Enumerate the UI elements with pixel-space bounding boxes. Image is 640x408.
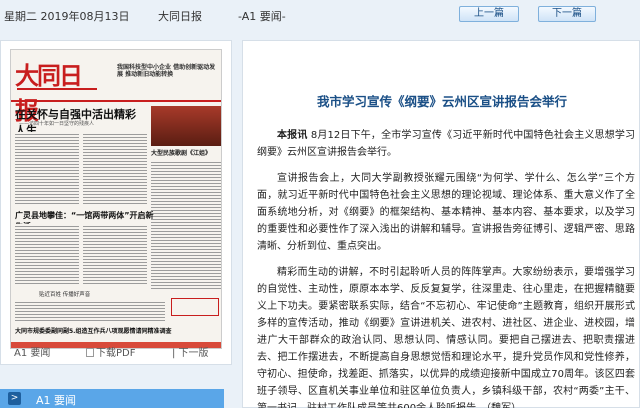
page-preview-panel: 大同日报 我国科技型中小企业 借助创新驱动发展 推动新旧动能转换 在关怀与自强中…	[0, 40, 232, 365]
download-pdf-link[interactable]: 下载PDF	[86, 344, 135, 359]
thumbnail-text-column	[15, 300, 165, 322]
next-page-link[interactable]: | 下一版	[172, 344, 209, 359]
thumbnail-text-column	[83, 224, 147, 284]
previous-article-button[interactable]: 上一篇	[459, 6, 519, 22]
issue-date: 星期二 2019年08月13日	[4, 10, 130, 23]
download-pdf-label: 下载PDF	[96, 348, 136, 359]
newspaper-name: 大同日报	[158, 10, 202, 23]
article-paragraph: 宣讲报告会上，大同大学副教授张耀元围绕“为何学、学什么、怎么学”三个方面，就习近…	[257, 173, 635, 252]
pdf-icon	[86, 348, 94, 357]
next-article-button[interactable]: 下一篇	[538, 6, 596, 22]
article-paragraph: 精彩而生动的讲解，不时引起聆听人员的阵阵掌声。大家纷纷表示，要增强学习的自觉性、…	[257, 267, 635, 408]
article-panel: 我市学习宣传《纲要》云州区宣讲报告会举行 本报讯 8月12日下午，全市学习宣传《…	[242, 40, 640, 408]
masthead-underline	[17, 88, 97, 96]
thumbnail-text-column	[83, 132, 147, 204]
article-body: 本报讯 8月12日下午，全市学习宣传《习近平新时代中国特色社会主义思想学习纲要》…	[257, 127, 635, 408]
article-paragraph-text: 8月12日下午，全市学习宣传《习近平新时代中国特色社会主义思想学习纲要》云州区宣…	[257, 130, 636, 158]
thumbnail-headline-right: 我国科技型中小企业 借助创新驱动发展 推动新旧动能转换	[117, 64, 216, 78]
article-paragraph: 本报讯 8月12日下午，全市学习宣传《习近平新时代中国特色社会主义思想学习纲要》…	[257, 127, 635, 161]
thumbnail-divider	[11, 100, 221, 102]
thumbnail-photo-caption: 大型民族歌剧《江姐》	[151, 150, 212, 157]
thumbnail-headline-4: 大同市规委委副同副5.组造互作兵八项观愿情请同精准调查	[15, 328, 172, 335]
chevron-right-icon: >	[8, 392, 21, 405]
article-lead-label: 本报讯	[277, 130, 308, 141]
thumbnail-headline-main-sub: ——访四十年如一日坚守的残疾人	[19, 121, 95, 127]
thumbnail-text-column	[151, 160, 221, 290]
thumbnail-photo	[151, 106, 221, 146]
page-list-item-label: A1 要闻	[36, 394, 77, 407]
page-thumbnail[interactable]: 大同日报 我国科技型中小企业 借助创新驱动发展 推动新旧动能转换 在关怀与自强中…	[10, 49, 222, 349]
thumbnail-ad-box	[171, 298, 219, 316]
next-article-label: 下一篇	[552, 8, 582, 19]
thumbnail-masthead: 大同日报	[15, 61, 83, 125]
current-page: -A1 要闻-	[238, 10, 286, 23]
thumbnail-text-column	[15, 224, 79, 284]
thumbnail-headline-3: 贴近百姓 传播好声音	[39, 292, 91, 298]
thumbnail-text-column	[15, 132, 79, 204]
previous-article-label: 上一篇	[474, 8, 504, 19]
article-title: 我市学习宣传《纲要》云州区宣讲报告会举行	[316, 94, 567, 109]
page-list-item-a1[interactable]: > A1 要闻	[0, 389, 224, 408]
top-bar: 星期二 2019年08月13日 大同日报 -A1 要闻- 上一篇 下一篇	[0, 0, 640, 28]
page-link[interactable]: A1 要闻	[14, 344, 50, 359]
